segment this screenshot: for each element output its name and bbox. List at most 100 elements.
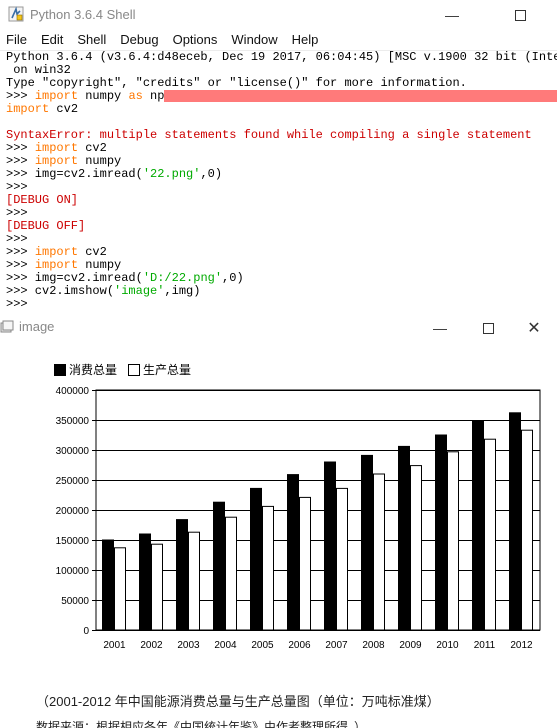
bar-consumption <box>176 519 188 631</box>
console-text: >>> <box>6 206 35 220</box>
image-maximize-button[interactable] <box>468 316 508 340</box>
bar-consumption <box>509 412 521 631</box>
image-titlebar[interactable]: image — ✕ <box>0 313 557 341</box>
menu-help[interactable]: Help <box>286 30 327 50</box>
string-token: '22.png' <box>142 167 201 181</box>
keyword-token: import <box>34 154 79 168</box>
selection-highlight <box>164 90 557 102</box>
string-token: 'D:/22.png' <box>142 271 223 285</box>
minimize-button[interactable]: — <box>432 3 472 27</box>
bar-consumption <box>472 420 484 631</box>
console-text: numpy <box>78 258 122 272</box>
console-text: cv2 <box>49 102 79 116</box>
bar-production <box>373 473 385 631</box>
bar-consumption <box>435 434 447 631</box>
console-line: import cv2 <box>6 103 557 116</box>
console-text: numpy <box>78 154 122 168</box>
image-close-button[interactable]: ✕ <box>514 316 554 340</box>
bar-production <box>299 496 311 631</box>
bar-production <box>410 465 422 631</box>
minimize-icon: — <box>433 320 447 336</box>
keyword-token: import <box>34 245 79 259</box>
bar-consumption <box>398 445 410 631</box>
menu-window[interactable]: Window <box>225 30 285 50</box>
bar-production <box>447 451 459 631</box>
console-text: >>> <box>6 258 35 272</box>
image-title: image <box>19 319 55 334</box>
console-line: >>> <box>6 298 557 311</box>
keyword-token: import <box>34 89 79 103</box>
chart-source-note: 数据来源：根据相应各年《中国统计年鉴》由作者整理所得。） <box>36 720 367 728</box>
y-tick-label: 0 <box>83 626 89 637</box>
window-icon <box>0 320 14 333</box>
console-text: >>> img=cv2.imread( <box>6 271 143 285</box>
keyword-token: import <box>6 102 50 116</box>
shell-titlebar[interactable]: Python 3.6.4 Shell — <box>0 0 557 30</box>
x-tick-label: 2009 <box>399 640 422 651</box>
bar-consumption <box>324 461 336 631</box>
bar-production <box>225 516 237 631</box>
bar-production <box>484 438 496 631</box>
string-token: 'image' <box>114 284 165 298</box>
console-line: >>> <box>6 207 557 220</box>
python-shell-window: Python 3.6.4 Shell — File Edit Shell Deb… <box>0 0 557 315</box>
x-tick-label: 2001 <box>103 640 126 651</box>
bar-consumption <box>287 474 299 631</box>
console-text: >>> <box>6 89 35 103</box>
x-tick-label: 2008 <box>362 640 385 651</box>
y-tick-label: 300000 <box>56 446 90 457</box>
debug-status: [DEBUG ON] <box>6 193 79 207</box>
error-message: SyntaxError: multiple statements found w… <box>6 128 532 142</box>
bar-production <box>151 543 163 631</box>
menu-edit[interactable]: Edit <box>35 30 71 50</box>
x-tick-label: 2011 <box>474 640 496 651</box>
console-text: on win32 <box>6 63 71 77</box>
debug-status: [DEBUG OFF] <box>6 219 86 233</box>
console-line: >>> img=cv2.imread('22.png',0) <box>6 168 557 181</box>
console-line: >>> <box>6 181 557 194</box>
console-text: >>> <box>6 232 35 246</box>
image-window: image — ✕ 消费总量 生产总量 0 50000 100000 150000 20… <box>0 313 557 728</box>
console-text: cv2 <box>78 245 107 259</box>
python-idle-icon <box>8 6 24 22</box>
y-tick-label: 150000 <box>56 536 90 547</box>
console-text: >>> <box>6 154 35 168</box>
x-tick-label: 2007 <box>325 640 348 651</box>
console-text: >>> cv2.imshow( <box>6 284 115 298</box>
console-text: ,img) <box>164 284 201 298</box>
image-minimize-button[interactable]: — <box>420 316 460 340</box>
console-text: >>> <box>6 245 35 259</box>
menu-file[interactable]: File <box>0 30 35 50</box>
bar-consumption <box>361 454 373 631</box>
y-tick-label: 100000 <box>56 566 90 577</box>
bar-consumption <box>139 533 151 631</box>
console-text: >>> <box>6 141 35 155</box>
menu-options[interactable]: Options <box>167 30 226 50</box>
console-line: >>> cv2.imshow('image',img) <box>6 285 557 298</box>
console-text: numpy <box>78 89 129 103</box>
x-tick-label: 2005 <box>251 640 274 651</box>
shell-console[interactable]: Python 3.6.4 (v3.6.4:d48eceb, Dec 19 201… <box>6 51 557 311</box>
bar-consumption <box>213 501 225 631</box>
y-tick-label: 50000 <box>61 596 89 607</box>
y-tick-label: 400000 <box>56 386 90 397</box>
bar-production <box>188 531 200 631</box>
bar-production <box>336 487 348 631</box>
y-tick-label: 250000 <box>56 476 90 487</box>
keyword-token: as <box>128 89 143 103</box>
maximize-button[interactable] <box>500 3 540 27</box>
console-text: >>> <box>6 180 35 194</box>
console-text: >>> img=cv2.imread( <box>6 167 143 181</box>
console-line: [DEBUG OFF] <box>6 220 557 233</box>
minimize-icon: — <box>445 7 459 23</box>
maximize-icon <box>482 322 494 334</box>
x-tick-label: 2010 <box>436 640 459 651</box>
y-tick-label: 350000 <box>56 416 90 427</box>
menu-shell[interactable]: Shell <box>71 30 114 50</box>
x-tick-label: 2003 <box>177 640 200 651</box>
energy-bar-chart: 0 50000 100000 150000 200000 250000 300000 3500… <box>56 386 541 651</box>
chart-caption: （2001-2012 年中国能源消费总量与生产总量图（单位：万吨标准煤） <box>36 694 440 709</box>
maximize-icon <box>514 9 526 21</box>
menu-debug[interactable]: Debug <box>114 30 166 50</box>
console-line: >>> import numpy as np <box>6 90 557 103</box>
